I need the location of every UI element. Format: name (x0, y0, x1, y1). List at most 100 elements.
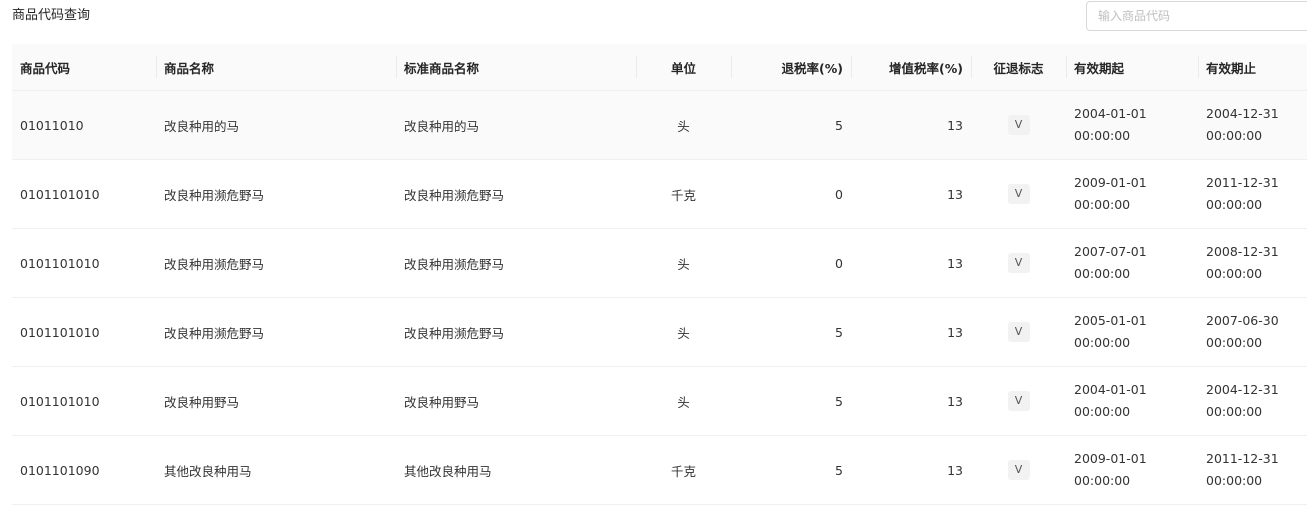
flag-tag: V (1007, 184, 1030, 204)
valid-from-time: 00:00:00 (1074, 266, 1131, 281)
cell-flag: V (971, 297, 1066, 367)
cell-unit: 千克 (636, 159, 731, 229)
cell-name: 改良种用濒危野马 (156, 159, 396, 229)
cell-unit: 头 (636, 366, 731, 436)
column-header-valid-to[interactable]: 有效期止 (1198, 44, 1307, 91)
cell-valid-to: 2011-12-31 00:00:00 (1198, 159, 1307, 229)
column-header-vat-rate[interactable]: 增值税率(%) (851, 44, 971, 91)
cell-name: 改良种用野马 (156, 366, 396, 436)
cell-unit: 头 (636, 228, 731, 298)
flag-tag: V (1007, 322, 1030, 342)
cell-std-name: 改良种用野马 (396, 366, 636, 436)
cell-name: 其他改良种用马 (156, 435, 396, 505)
cell-valid-to: 2007-06-30 00:00:00 (1198, 297, 1307, 367)
cell-code: 01011010 (12, 90, 156, 160)
cell-code: 0101101010 (12, 366, 156, 436)
table-row[interactable]: 0101101010 改良种用野马 改良种用野马 头 5 13 V 2004-0… (12, 366, 1307, 436)
table-row[interactable]: 01011010 改良种用的马 改良种用的马 头 5 13 V 2004-01-… (12, 90, 1307, 160)
valid-from-date: 2004-01-01 (1074, 106, 1147, 121)
valid-to-time: 00:00:00 (1206, 128, 1263, 143)
flag-tag: V (1007, 115, 1030, 135)
valid-from-time: 00:00:00 (1074, 197, 1131, 212)
cell-unit: 千克 (636, 435, 731, 505)
cell-vat-rate: 13 (851, 435, 971, 505)
valid-to-date: 2008-12-31 (1206, 244, 1279, 259)
flag-tag: V (1007, 460, 1030, 480)
cell-vat-rate: 13 (851, 366, 971, 436)
valid-from-date: 2004-01-01 (1074, 382, 1147, 397)
goods-table: 商品代码 商品名称 标准商品名称 单位 退税率(%) 增值税率(%) 征退标志 … (12, 44, 1307, 505)
column-header-name[interactable]: 商品名称 (156, 44, 396, 91)
cell-valid-to: 2011-12-31 00:00:00 (1198, 435, 1307, 505)
cell-std-name: 其他改良种用马 (396, 435, 636, 505)
cell-valid-from: 2004-01-01 00:00:00 (1066, 90, 1198, 160)
cell-std-name: 改良种用濒危野马 (396, 228, 636, 298)
cell-std-name: 改良种用濒危野马 (396, 159, 636, 229)
column-header-std-name[interactable]: 标准商品名称 (396, 44, 636, 91)
column-header-valid-from[interactable]: 有效期起 (1066, 44, 1198, 91)
column-header-unit[interactable]: 单位 (636, 44, 731, 91)
cell-name: 改良种用的马 (156, 90, 396, 160)
cell-std-name: 改良种用濒危野马 (396, 297, 636, 367)
cell-flag: V (971, 159, 1066, 229)
cell-refund-rate: 5 (731, 297, 851, 367)
valid-to-time: 00:00:00 (1206, 404, 1263, 419)
cell-vat-rate: 13 (851, 159, 971, 229)
valid-to-date: 2004-12-31 (1206, 106, 1279, 121)
valid-from-date: 2009-01-01 (1074, 175, 1147, 190)
cell-valid-to: 2004-12-31 00:00:00 (1198, 366, 1307, 436)
cell-flag: V (971, 366, 1066, 436)
valid-to-date: 2011-12-31 (1206, 175, 1279, 190)
cell-valid-from: 2007-07-01 00:00:00 (1066, 228, 1198, 298)
cell-refund-rate: 0 (731, 228, 851, 298)
column-header-flag[interactable]: 征退标志 (971, 44, 1066, 91)
table-row[interactable]: 0101101010 改良种用濒危野马 改良种用濒危野马 千克 0 13 V 2… (12, 159, 1307, 229)
valid-to-time: 00:00:00 (1206, 335, 1263, 350)
cell-name: 改良种用濒危野马 (156, 228, 396, 298)
valid-to-date: 2004-12-31 (1206, 382, 1279, 397)
cell-code: 0101101010 (12, 297, 156, 367)
flag-tag: V (1007, 253, 1030, 273)
valid-from-time: 00:00:00 (1074, 335, 1131, 350)
cell-refund-rate: 0 (731, 159, 851, 229)
cell-unit: 头 (636, 297, 731, 367)
column-header-refund-rate[interactable]: 退税率(%) (731, 44, 851, 91)
cell-code: 0101101010 (12, 228, 156, 298)
valid-to-date: 2007-06-30 (1206, 313, 1279, 328)
search-input[interactable] (1087, 2, 1298, 30)
cell-refund-rate: 5 (731, 90, 851, 160)
cell-valid-from: 2009-01-01 00:00:00 (1066, 435, 1198, 505)
cell-flag: V (971, 228, 1066, 298)
cell-valid-to: 2004-12-31 00:00:00 (1198, 90, 1307, 160)
cell-valid-to: 2008-12-31 00:00:00 (1198, 228, 1307, 298)
cell-code: 0101101090 (12, 435, 156, 505)
page-title: 商品代码查询 (12, 8, 91, 23)
valid-from-date: 2005-01-01 (1074, 313, 1147, 328)
cell-std-name: 改良种用的马 (396, 90, 636, 160)
table-header-row: 商品代码 商品名称 标准商品名称 单位 退税率(%) 增值税率(%) 征退标志 … (12, 44, 1307, 91)
cell-vat-rate: 13 (851, 228, 971, 298)
cell-vat-rate: 13 (851, 90, 971, 160)
cell-code: 0101101010 (12, 159, 156, 229)
cell-refund-rate: 5 (731, 435, 851, 505)
valid-from-date: 2007-07-01 (1074, 244, 1147, 259)
table-row[interactable]: 0101101010 改良种用濒危野马 改良种用濒危野马 头 0 13 V 20… (12, 228, 1307, 298)
column-header-code[interactable]: 商品代码 (12, 44, 156, 91)
valid-from-time: 00:00:00 (1074, 128, 1131, 143)
valid-to-time: 00:00:00 (1206, 473, 1263, 488)
valid-to-time: 00:00:00 (1206, 197, 1263, 212)
valid-to-time: 00:00:00 (1206, 266, 1263, 281)
search-box[interactable] (1086, 1, 1307, 31)
cell-valid-from: 2004-01-01 00:00:00 (1066, 366, 1198, 436)
valid-to-date: 2011-12-31 (1206, 451, 1279, 466)
table-row[interactable]: 0101101010 改良种用濒危野马 改良种用濒危野马 头 5 13 V 20… (12, 297, 1307, 367)
valid-from-time: 00:00:00 (1074, 404, 1131, 419)
cell-flag: V (971, 90, 1066, 160)
cell-valid-from: 2009-01-01 00:00:00 (1066, 159, 1198, 229)
cell-unit: 头 (636, 90, 731, 160)
valid-from-date: 2009-01-01 (1074, 451, 1147, 466)
cell-flag: V (971, 435, 1066, 505)
table-row[interactable]: 0101101090 其他改良种用马 其他改良种用马 千克 5 13 V 200… (12, 435, 1307, 505)
cell-refund-rate: 5 (731, 366, 851, 436)
valid-from-time: 00:00:00 (1074, 473, 1131, 488)
